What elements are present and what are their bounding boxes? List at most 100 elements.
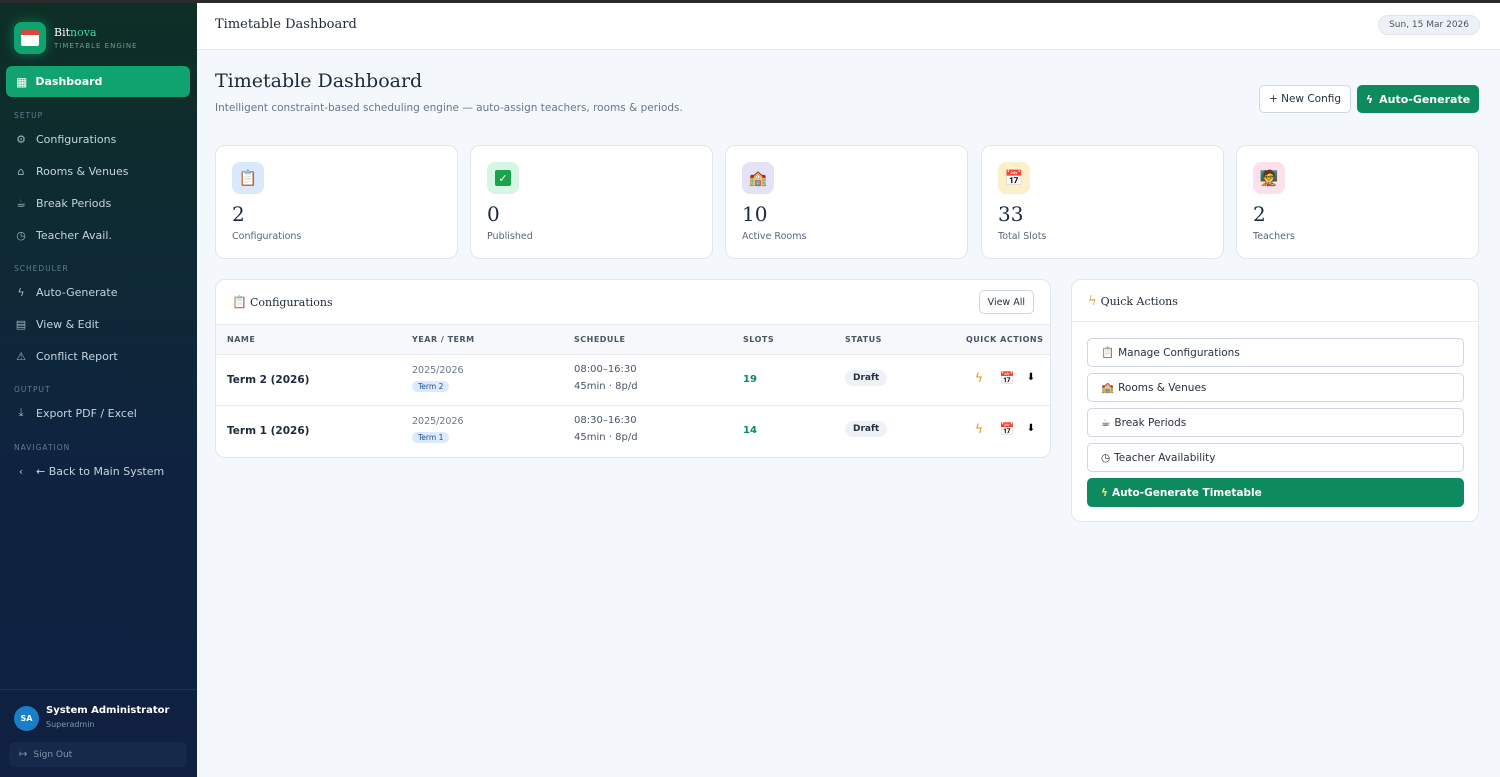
download-icon[interactable]: ⬇ <box>1023 372 1039 383</box>
quick-action-label: Rooms & Venues <box>1118 381 1207 394</box>
brand[interactable]: Bitnova TIMETABLE ENGINE <box>0 3 197 59</box>
status-badge: Draft <box>845 421 888 437</box>
stat-value: 2 <box>1253 202 1266 226</box>
status-badge: Draft <box>845 370 888 386</box>
avatar[interactable]: SA <box>14 706 39 731</box>
column-header: QUICK ACTIONS <box>966 335 1044 344</box>
schedule-time: 08:30–16:30 <box>574 415 637 426</box>
rooms-venues-button[interactable]: 🏫 Rooms & Venues <box>1087 373 1464 402</box>
sign-out-button[interactable]: ↦ Sign Out <box>9 742 187 767</box>
sidebar-item-break-periods[interactable]: ☕ Break Periods <box>14 196 111 210</box>
logout-icon: ↦ <box>19 749 28 760</box>
teacher-icon: 🧑‍🏫 <box>1253 162 1285 194</box>
stat-card-total-slots: 📅 33 Total Slots <box>981 145 1224 259</box>
stat-card-teachers: 🧑‍🏫 2 Teachers <box>1236 145 1479 259</box>
sidebar-item-rooms[interactable]: ⌂ Rooms & Venues <box>14 164 129 178</box>
sidebar-item-label: Conflict Report <box>36 349 118 363</box>
sidebar-item-auto-generate[interactable]: ϟ Auto-Generate <box>14 285 118 299</box>
sidebar-item-dashboard[interactable]: ▦ Dashboard <box>6 66 190 97</box>
quick-action-label: Break Periods <box>1114 416 1187 429</box>
sidebar-item-label: Break Periods <box>36 196 112 210</box>
stat-value: 33 <box>998 202 1024 226</box>
stat-label: Teachers <box>1253 231 1295 242</box>
calendar-icon[interactable]: 📅 <box>999 422 1015 436</box>
gear-icon: ⚙ <box>16 132 26 146</box>
quick-action-label: Teacher Availability <box>1114 451 1216 464</box>
stat-value: 2 <box>232 202 245 226</box>
grid-icon: ▦ <box>16 74 28 89</box>
sidebar-item-teacher-avail[interactable]: ◷ Teacher Avail. <box>14 228 112 242</box>
stat-card-configurations: 📋 2 Configurations <box>215 145 458 259</box>
bolt-icon: ϟ <box>1365 92 1374 106</box>
column-header[interactable]: SLOTS <box>743 335 774 344</box>
sidebar-item-conflict-report[interactable]: ⚠ Conflict Report <box>14 349 118 363</box>
config-name[interactable]: Term 1 (2026) <box>227 425 309 437</box>
column-header[interactable]: SCHEDULE <box>574 335 626 344</box>
page-subtitle: Intelligent constraint-based scheduling … <box>215 102 683 114</box>
bolt-icon[interactable]: ϟ <box>971 371 987 385</box>
view-all-button[interactable]: View All <box>978 290 1034 314</box>
sidebar-item-configurations[interactable]: ⚙ Configurations <box>14 132 116 146</box>
stat-label: Active Rooms <box>742 231 807 242</box>
stat-label: Configurations <box>232 231 302 242</box>
config-name[interactable]: Term 2 (2026) <box>227 374 309 386</box>
column-header[interactable]: NAME <box>227 335 255 344</box>
clock-icon: ◷ <box>16 228 26 242</box>
sidebar-item-export[interactable]: ⤓ Export PDF / Excel <box>14 406 137 420</box>
sidebar-item-back-main[interactable]: ‹ ← Back to Main System <box>14 464 164 478</box>
table-header: NAME YEAR / TERM SCHEDULE SLOTS STATUS Q… <box>216 325 1050 355</box>
slots-count: 19 <box>743 374 757 385</box>
term-badge: Term 1 <box>412 432 450 443</box>
config-year: 2025/2026 <box>412 365 464 376</box>
schedule-period: 45min · 8p/d <box>574 381 638 392</box>
brand-subtitle: TIMETABLE ENGINE <box>54 42 138 50</box>
auto-generate-button[interactable]: ϟ Auto-Generate <box>1357 85 1479 113</box>
home-icon: ⌂ <box>17 164 25 178</box>
break-periods-button[interactable]: ☕ Break Periods <box>1087 408 1464 437</box>
sidebar-item-label: Configurations <box>36 132 117 146</box>
clipboard-icon: 📋 <box>232 295 247 309</box>
download-icon[interactable]: ⬇ <box>1023 423 1039 434</box>
bolt-icon: ϟ <box>1088 294 1097 309</box>
bolt-icon[interactable]: ϟ <box>971 422 987 436</box>
sidebar-item-label: ← Back to Main System <box>36 464 165 478</box>
sidebar-item-label: Auto-Generate <box>36 285 118 299</box>
quick-actions-card: ϟ Quick Actions 📋 Manage Configurations 🏫 R… <box>1071 279 1479 522</box>
card-title: 📋 Configurations <box>232 295 333 309</box>
sidebar-item-label: Rooms & Venues <box>36 164 129 178</box>
school-icon: 🏫 <box>1101 382 1115 394</box>
brand-name-prefix: Bit <box>54 26 71 39</box>
sign-out-label: Sign Out <box>33 749 73 760</box>
table-row[interactable]: Term 2 (2026) 2025/2026 Term 2 08:00–16:… <box>216 355 1050 406</box>
table-row[interactable]: Term 1 (2026) 2025/2026 Term 1 08:30–16:… <box>216 406 1050 457</box>
auto-generate-label: Auto-Generate <box>1379 92 1471 106</box>
download-icon: ⤓ <box>18 406 24 419</box>
sidebar: Bitnova TIMETABLE ENGINE ▦ Dashboard SET… <box>0 3 197 777</box>
auto-generate-timetable-button[interactable]: ϟ Auto-Generate Timetable <box>1087 478 1464 507</box>
schedule-time: 08:00–16:30 <box>574 364 637 375</box>
sidebar-item-view-edit[interactable]: ▤ View & Edit <box>14 317 99 331</box>
teacher-availability-button[interactable]: ◷ Teacher Availability <box>1087 443 1464 472</box>
quick-action-label: Manage Configurations <box>1118 346 1240 359</box>
bolt-icon: ϟ <box>17 285 25 299</box>
nav-section-setup: SETUP <box>14 111 44 120</box>
new-config-button[interactable]: + New Config <box>1259 85 1351 113</box>
clipboard-icon: 📋 <box>232 162 264 194</box>
calendar-icon[interactable]: 📅 <box>999 371 1015 385</box>
main-content: Timetable Dashboard Sun, 15 Mar 2026 Tim… <box>197 3 1500 777</box>
check-icon: ✓ <box>487 162 519 194</box>
stat-card-active-rooms: 🏫 10 Active Rooms <box>725 145 968 259</box>
manage-configurations-button[interactable]: 📋 Manage Configurations <box>1087 338 1464 367</box>
card-header: 📋 Configurations View All <box>216 280 1050 325</box>
brand-text: Bitnova TIMETABLE ENGINE <box>54 26 137 50</box>
table-icon: ▤ <box>15 317 27 331</box>
stat-card-published: ✓ 0 Published <box>470 145 713 259</box>
school-icon: 🏫 <box>742 162 774 194</box>
nav-section-navigation: NAVIGATION <box>14 443 71 452</box>
quick-action-label: Auto-Generate Timetable <box>1111 486 1262 499</box>
stat-label: Total Slots <box>998 231 1047 242</box>
column-header[interactable]: STATUS <box>845 335 882 344</box>
configurations-card: 📋 Configurations View All NAME YEAR / TER… <box>215 279 1051 458</box>
column-header[interactable]: YEAR / TERM <box>412 335 475 344</box>
topbar-title: Timetable Dashboard <box>215 17 357 32</box>
